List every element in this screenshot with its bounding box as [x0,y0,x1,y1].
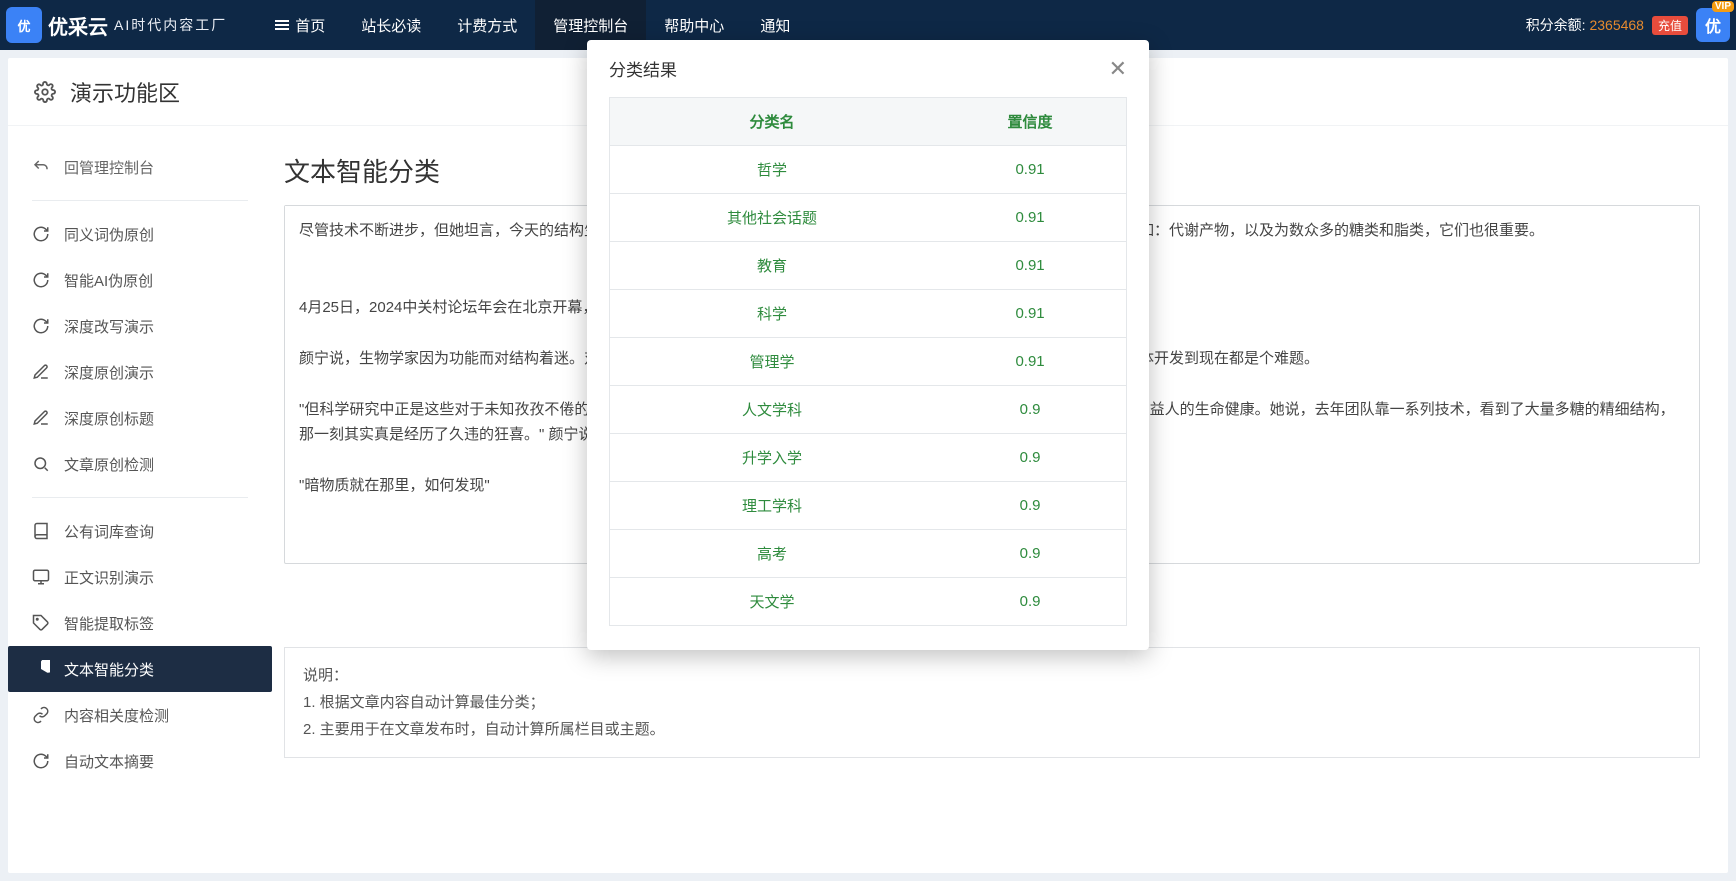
table-row: 人文学科0.9 [610,386,1127,434]
cell-category: 教育 [610,242,935,290]
table-row: 科学0.91 [610,290,1127,338]
cell-confidence: 0.9 [934,386,1126,434]
table-row: 其他社会话题0.91 [610,194,1127,242]
cell-confidence: 0.91 [934,242,1126,290]
table-row: 教育0.91 [610,242,1127,290]
cell-confidence: 0.91 [934,338,1126,386]
modal-title: 分类结果 [609,56,677,81]
table-row: 高考0.9 [610,530,1127,578]
table-row: 天文学0.9 [610,578,1127,626]
table-row: 管理学0.91 [610,338,1127,386]
modal-body: 分类名 置信度 哲学0.91其他社会话题0.91教育0.91科学0.91管理学0… [587,97,1149,650]
cell-confidence: 0.9 [934,530,1126,578]
cell-confidence: 0.91 [934,146,1126,194]
cell-confidence: 0.9 [934,482,1126,530]
cell-category: 管理学 [610,338,935,386]
close-icon[interactable]: ✕ [1109,58,1127,80]
modal-header: 分类结果 ✕ [587,40,1149,97]
cell-category: 其他社会话题 [610,194,935,242]
cell-category: 高考 [610,530,935,578]
modal-overlay: 分类结果 ✕ 分类名 置信度 哲学0.91其他社会话题0.91教育0.91科学0… [0,0,1736,881]
cell-category: 科学 [610,290,935,338]
result-table: 分类名 置信度 哲学0.91其他社会话题0.91教育0.91科学0.91管理学0… [609,97,1127,626]
table-row: 升学入学0.9 [610,434,1127,482]
cell-category: 理工学科 [610,482,935,530]
col-confidence: 置信度 [934,98,1126,146]
table-row: 哲学0.91 [610,146,1127,194]
col-category: 分类名 [610,98,935,146]
cell-confidence: 0.91 [934,290,1126,338]
cell-category: 升学入学 [610,434,935,482]
table-row: 理工学科0.9 [610,482,1127,530]
cell-confidence: 0.9 [934,434,1126,482]
cell-category: 天文学 [610,578,935,626]
modal: 分类结果 ✕ 分类名 置信度 哲学0.91其他社会话题0.91教育0.91科学0… [587,40,1149,650]
cell-confidence: 0.91 [934,194,1126,242]
cell-category: 人文学科 [610,386,935,434]
cell-confidence: 0.9 [934,578,1126,626]
cell-category: 哲学 [610,146,935,194]
